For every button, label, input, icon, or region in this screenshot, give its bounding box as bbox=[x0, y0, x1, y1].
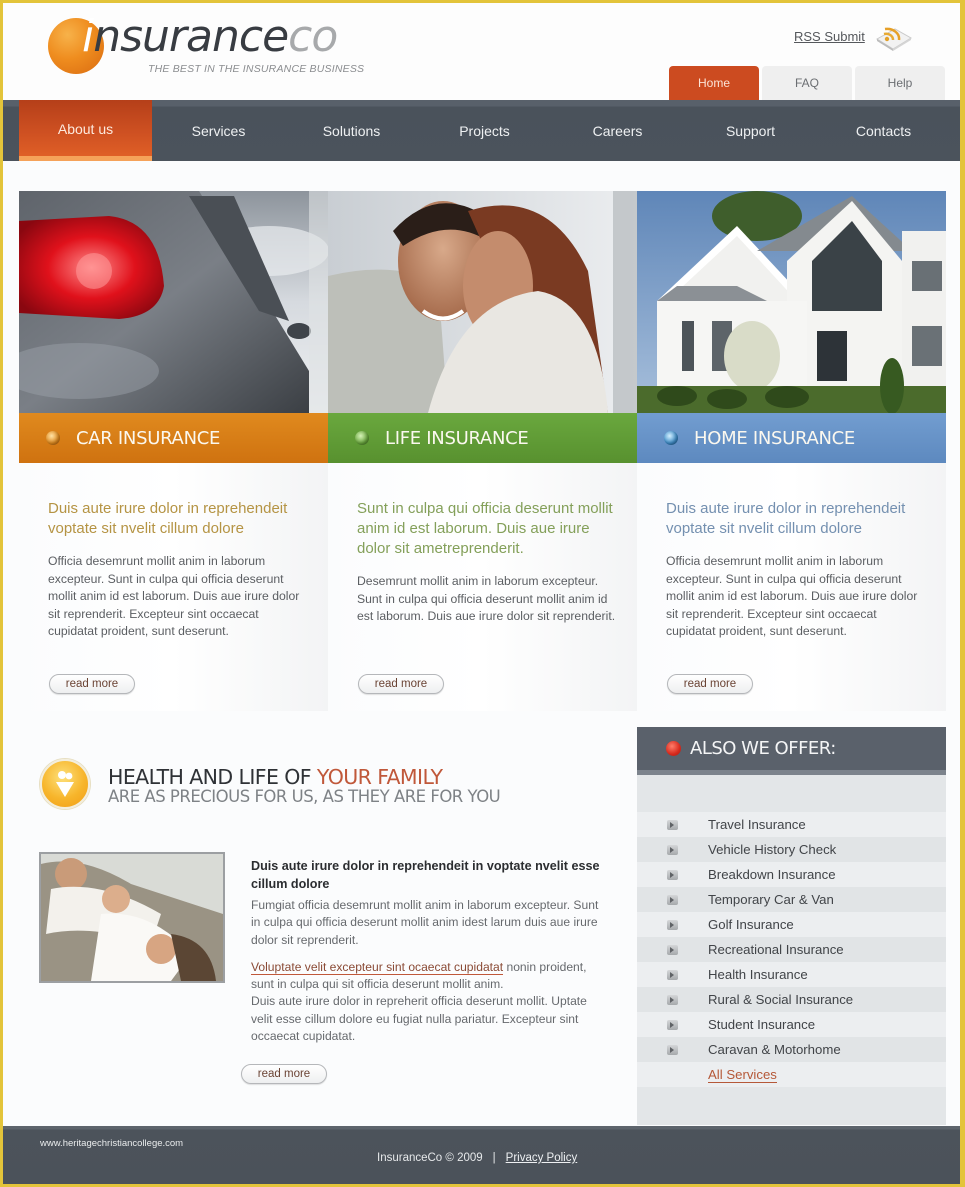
family-icon bbox=[40, 759, 90, 809]
car-insurance-body: Duis aute irure dolor in reprehendeit vo… bbox=[19, 463, 328, 711]
offer-item[interactable]: Breakdown Insurance bbox=[637, 862, 946, 887]
page: insuranceco THE BEST IN THE INSURANCE BU… bbox=[3, 3, 960, 1184]
chevron-right-icon bbox=[667, 969, 678, 980]
offer-item[interactable]: Recreational Insurance bbox=[637, 937, 946, 962]
car-read-more-button[interactable]: read more bbox=[49, 674, 135, 694]
article-paragraph-2: Voluptate velit excepteur sint ocaecat c… bbox=[251, 959, 587, 992]
life-insurance-lead: Sunt in culpa qui officia deserunt molli… bbox=[357, 500, 613, 557]
logo-wordmark: insuranceco bbox=[82, 11, 338, 62]
offer-item[interactable]: Caravan & Motorhome bbox=[637, 1037, 946, 1062]
tab-home[interactable]: Home bbox=[669, 66, 759, 100]
chevron-right-icon bbox=[667, 869, 678, 880]
chevron-right-icon bbox=[667, 994, 678, 1005]
rss-submit-link[interactable]: RSS Submit bbox=[794, 29, 865, 44]
chevron-right-icon bbox=[667, 944, 678, 955]
life-insurance-text: Desemrunt mollit anim in laborum excepte… bbox=[357, 574, 616, 623]
blue-bullet-icon bbox=[664, 431, 678, 445]
nav-item-services[interactable]: Services bbox=[152, 100, 285, 161]
tab-help[interactable]: Help bbox=[855, 66, 945, 100]
all-services-link[interactable]: All Services bbox=[708, 1067, 777, 1083]
health-heading: HEALTH AND LIFE OF YOUR FAMILY bbox=[108, 765, 443, 789]
article-link[interactable]: Voluptate velit excepteur sint ocaecat c… bbox=[251, 959, 504, 975]
home-insurance-text: Officia desemrunt mollit anim in laborum… bbox=[666, 554, 918, 638]
green-bullet-icon bbox=[355, 431, 369, 445]
offer-item[interactable]: Temporary Car & Van bbox=[637, 887, 946, 912]
offer-item[interactable]: Health Insurance bbox=[637, 962, 946, 987]
chevron-right-icon bbox=[667, 819, 678, 830]
car-insurance-text: Officia desemrunt mollit anim in laborum… bbox=[48, 554, 300, 638]
chevron-right-icon bbox=[667, 919, 678, 930]
article-read-more-button[interactable]: read more bbox=[241, 1064, 327, 1084]
article-heading: Duis aute irure dolor in reprehendeit in… bbox=[251, 859, 600, 891]
offers-list: Travel Insurance Vehicle History Check B… bbox=[637, 812, 946, 1087]
family-photo bbox=[39, 852, 225, 983]
logo-tagline: THE BEST IN THE INSURANCE BUSINESS bbox=[148, 63, 365, 75]
nav-item-careers[interactable]: Careers bbox=[551, 100, 684, 161]
header: insuranceco THE BEST IN THE INSURANCE BU… bbox=[3, 3, 960, 100]
car-insurance-lead: Duis aute irure dolor in reprehendeit vo… bbox=[48, 500, 288, 537]
feature-car-insurance: CAR INSURANCE Duis aute irure dolor in r… bbox=[19, 191, 328, 711]
nav-item-about-us[interactable]: About us bbox=[19, 100, 152, 161]
footer-copyright: InsuranceCo © 2009 | Privacy Policy bbox=[377, 1152, 577, 1164]
all-services-row: All Services bbox=[637, 1062, 946, 1087]
also-we-offer-panel: ALSO WE OFFER: Travel Insurance Vehicle … bbox=[637, 727, 946, 1125]
offer-item[interactable]: Rural & Social Insurance bbox=[637, 987, 946, 1012]
article-paragraph-1: Fumgiat officia desemrunt mollit anim in… bbox=[251, 898, 599, 947]
chevron-right-icon bbox=[667, 894, 678, 905]
feature-home-insurance: HOME INSURANCE Duis aute irure dolor in … bbox=[637, 191, 946, 711]
offers-title: ALSO WE OFFER: bbox=[690, 738, 836, 759]
main-nav: About us Services Solutions Projects Car… bbox=[3, 100, 960, 161]
car-photo bbox=[19, 191, 328, 413]
offers-header: ALSO WE OFFER: bbox=[637, 727, 946, 775]
home-insurance-body: Duis aute irure dolor in reprehendeit vo… bbox=[637, 463, 946, 711]
life-read-more-button[interactable]: read more bbox=[358, 674, 444, 694]
health-subheading: ARE AS PRECIOUS FOR US, AS THEY ARE FOR … bbox=[108, 787, 501, 806]
orange-bullet-icon bbox=[46, 431, 60, 445]
offer-item[interactable]: Vehicle History Check bbox=[637, 837, 946, 862]
chevron-right-icon bbox=[667, 844, 678, 855]
footer-url: www.heritagechristiancollege.com bbox=[40, 1138, 184, 1149]
chevron-right-icon bbox=[667, 1019, 678, 1030]
red-bullet-icon bbox=[666, 741, 681, 756]
nav-item-support[interactable]: Support bbox=[684, 100, 817, 161]
privacy-policy-link[interactable]: Privacy Policy bbox=[506, 1152, 578, 1164]
nav-item-projects[interactable]: Projects bbox=[418, 100, 551, 161]
life-insurance-body: Sunt in culpa qui officia deserunt molli… bbox=[328, 463, 637, 711]
feature-panels: CAR INSURANCE Duis aute irure dolor in r… bbox=[19, 191, 946, 711]
offer-item[interactable]: Student Insurance bbox=[637, 1012, 946, 1037]
footer: www.heritagechristiancollege.com Insuran… bbox=[3, 1126, 960, 1184]
life-insurance-title: LIFE INSURANCE bbox=[385, 427, 529, 449]
offer-item[interactable]: Travel Insurance bbox=[637, 812, 946, 837]
rss-icon[interactable] bbox=[873, 23, 913, 53]
tab-faq[interactable]: FAQ bbox=[762, 66, 852, 100]
offer-item[interactable]: Golf Insurance bbox=[637, 912, 946, 937]
car-insurance-title: CAR INSURANCE bbox=[76, 427, 221, 449]
logo[interactable]: insuranceco THE BEST IN THE INSURANCE BU… bbox=[48, 11, 368, 80]
life-insurance-bar[interactable]: LIFE INSURANCE bbox=[328, 413, 637, 463]
home-insurance-title: HOME INSURANCE bbox=[694, 427, 855, 449]
copyright-text: InsuranceCo © 2009 bbox=[377, 1152, 483, 1164]
couple-photo bbox=[328, 191, 637, 413]
home-read-more-button[interactable]: read more bbox=[667, 674, 753, 694]
footer-separator: | bbox=[492, 1152, 496, 1164]
nav-item-solutions[interactable]: Solutions bbox=[285, 100, 418, 161]
home-insurance-bar[interactable]: HOME INSURANCE bbox=[637, 413, 946, 463]
feature-life-insurance: LIFE INSURANCE Sunt in culpa qui officia… bbox=[328, 191, 637, 711]
family-article: Duis aute irure dolor in reprehendeit in… bbox=[251, 858, 606, 1045]
article-paragraph-3: Duis aute irure dolor in repreherit offi… bbox=[251, 994, 587, 1044]
house-photo bbox=[637, 191, 946, 413]
top-tabs: Home FAQ Help bbox=[669, 66, 945, 100]
car-insurance-bar[interactable]: CAR INSURANCE bbox=[19, 413, 328, 463]
home-insurance-lead: Duis aute irure dolor in reprehendeit vo… bbox=[666, 500, 906, 537]
chevron-right-icon bbox=[667, 1044, 678, 1055]
nav-item-contacts[interactable]: Contacts bbox=[817, 100, 950, 161]
